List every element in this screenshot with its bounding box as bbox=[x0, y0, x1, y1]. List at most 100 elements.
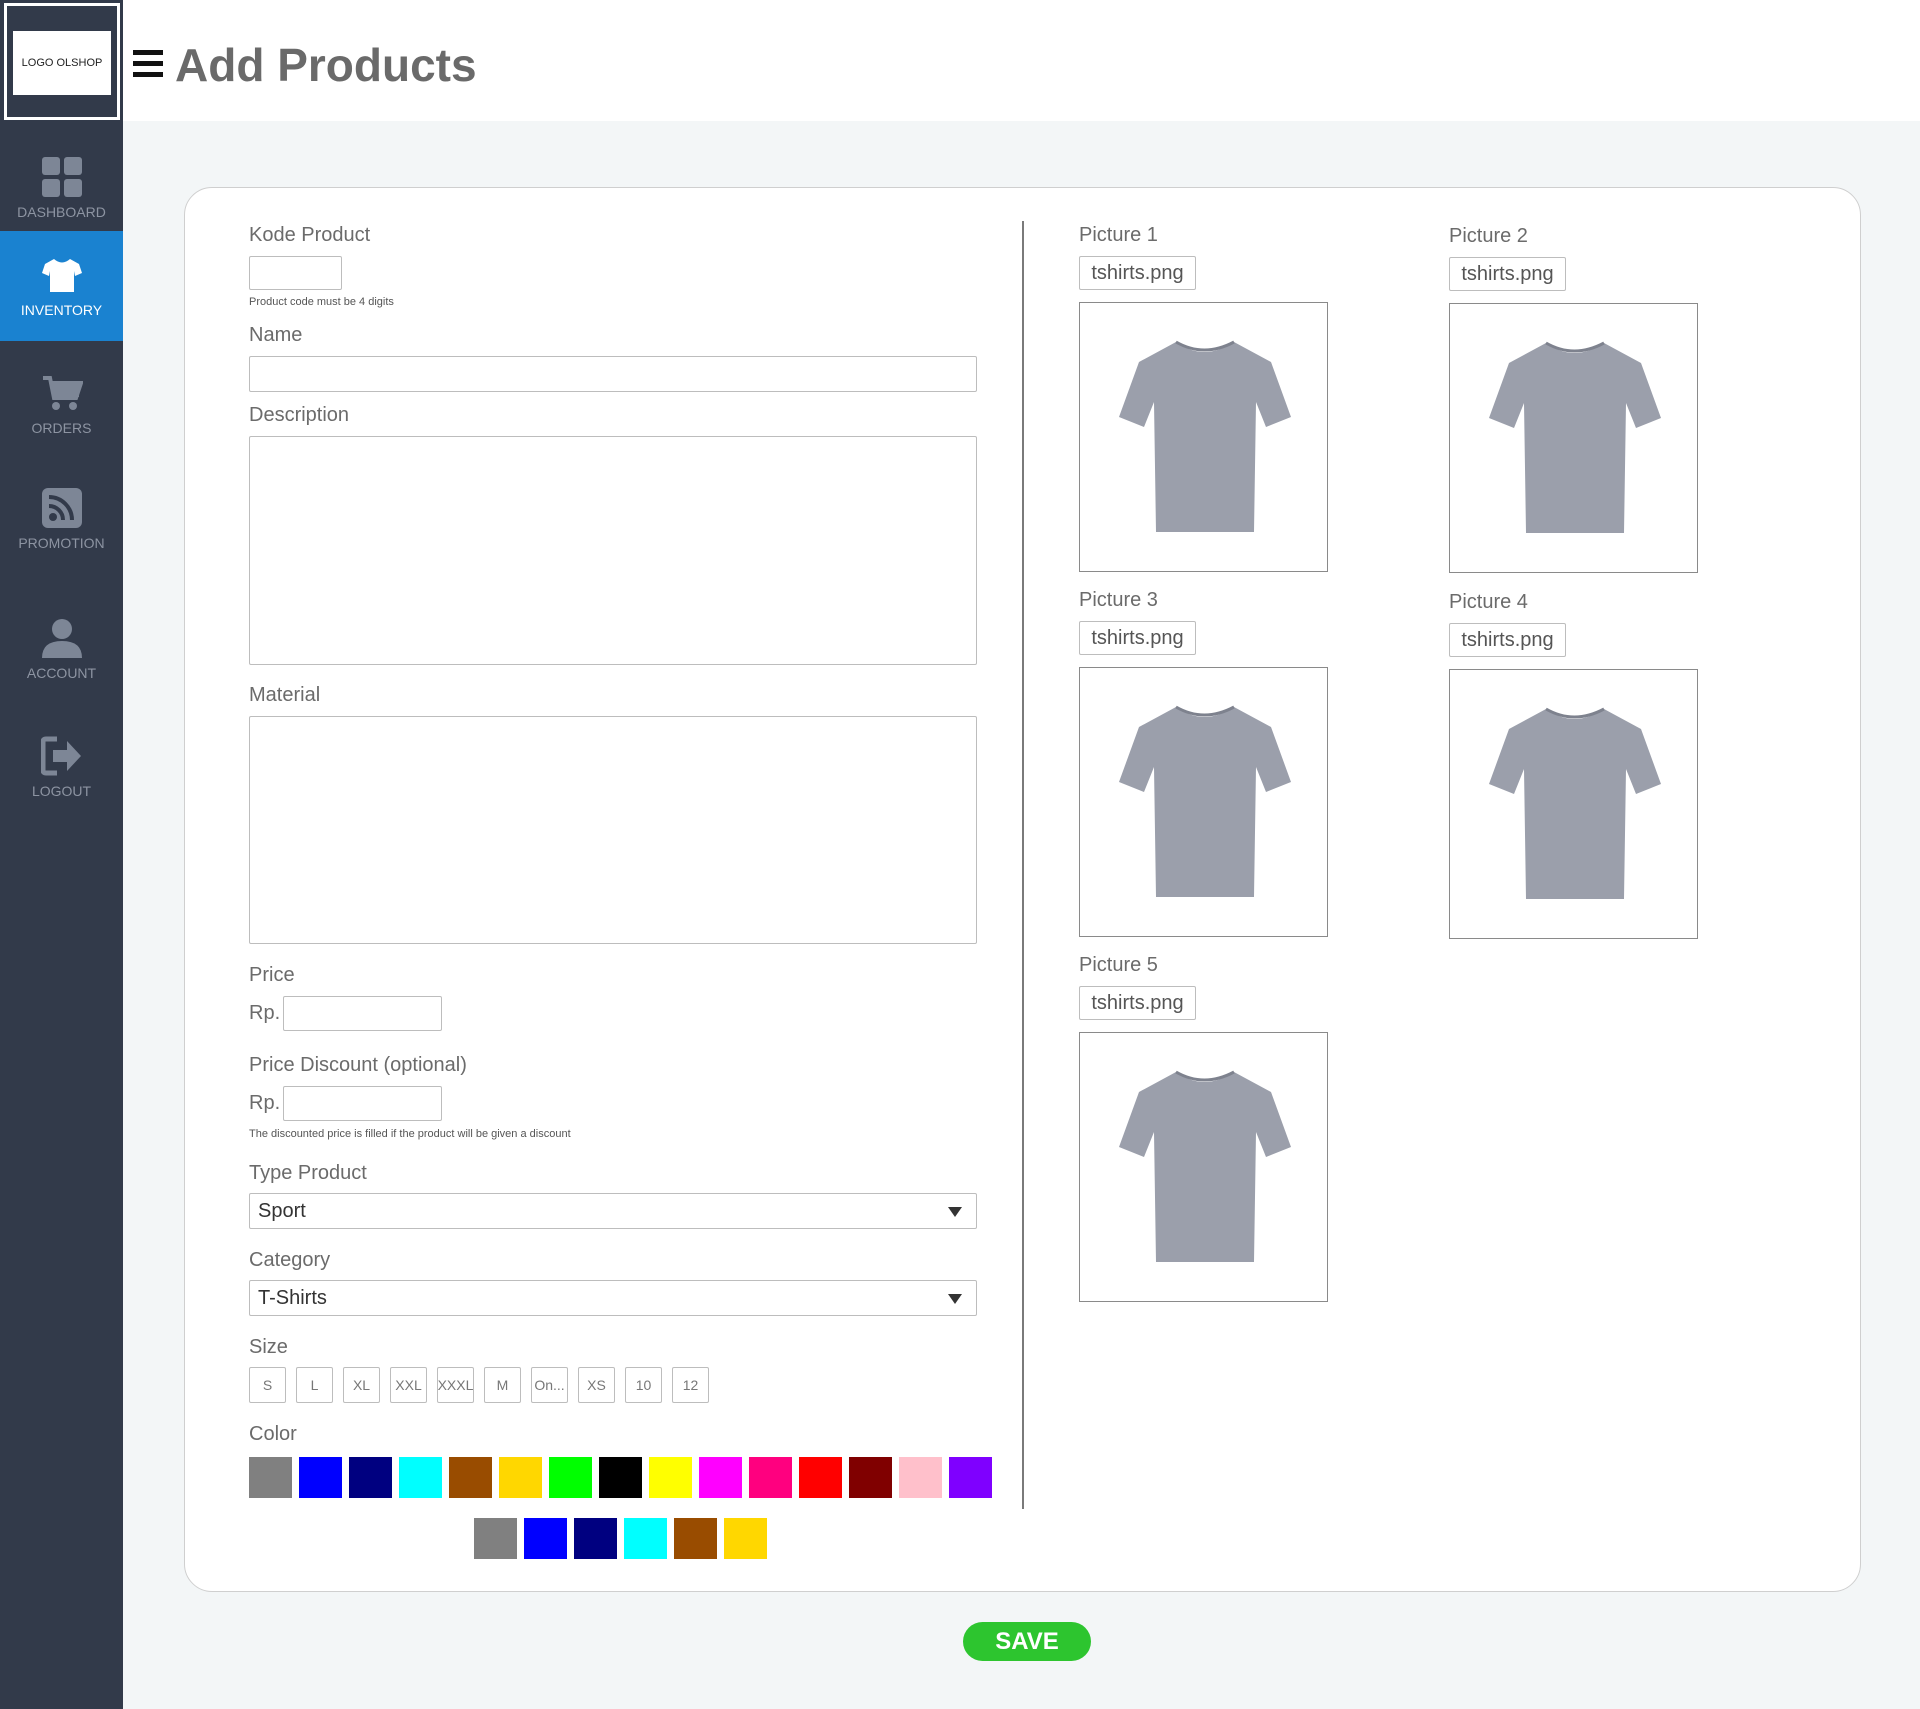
kode-product-label: Kode Product bbox=[249, 224, 371, 246]
picture-2-file-button[interactable]: tshirts.png bbox=[1449, 257, 1566, 291]
discount-currency-prefix: Rp. bbox=[249, 1092, 281, 1114]
sidebar-item-account[interactable]: ACCOUNT bbox=[0, 594, 123, 704]
logo: LOGO OLSHOP bbox=[13, 31, 111, 95]
color-label: Color bbox=[249, 1423, 297, 1445]
logo-frame[interactable]: LOGO OLSHOP bbox=[4, 3, 120, 120]
type-product-label: Type Product bbox=[249, 1162, 367, 1184]
size-option-l[interactable]: L bbox=[296, 1367, 333, 1403]
sidebar-item-promotion[interactable]: PROMOTION bbox=[0, 464, 123, 574]
cart-icon bbox=[42, 376, 83, 410]
picture-2-label: Picture 2 bbox=[1449, 225, 1528, 247]
color-swatch[interactable] bbox=[449, 1457, 492, 1498]
picture-3-preview[interactable] bbox=[1079, 667, 1328, 937]
page-title: Add Products bbox=[175, 39, 477, 91]
picture-3-file-button[interactable]: tshirts.png bbox=[1079, 621, 1196, 655]
material-label: Material bbox=[249, 684, 321, 706]
logout-icon bbox=[40, 736, 81, 776]
sidebar-item-label: ORDERS bbox=[31, 420, 92, 436]
category-select[interactable]: T-Shirts bbox=[249, 1280, 977, 1316]
color-swatch[interactable] bbox=[624, 1518, 667, 1559]
color-swatch[interactable] bbox=[649, 1457, 692, 1498]
sidebar-item-orders[interactable]: ORDERS bbox=[0, 349, 123, 459]
type-product-value: Sport bbox=[258, 1199, 306, 1222]
color-swatch[interactable] bbox=[499, 1457, 542, 1498]
size-option-m[interactable]: M bbox=[484, 1367, 521, 1403]
price-discount-input[interactable] bbox=[283, 1086, 442, 1121]
picture-2-preview[interactable] bbox=[1449, 303, 1698, 573]
color-swatch[interactable] bbox=[724, 1518, 767, 1559]
name-input[interactable] bbox=[249, 356, 977, 392]
hamburger-icon[interactable] bbox=[133, 50, 163, 80]
price-input[interactable] bbox=[283, 996, 442, 1031]
sidebar-item-label: ACCOUNT bbox=[26, 665, 97, 681]
price-label: Price bbox=[249, 964, 295, 986]
kode-product-input[interactable] bbox=[249, 256, 342, 290]
color-swatch[interactable] bbox=[599, 1457, 642, 1498]
color-swatch[interactable] bbox=[474, 1518, 517, 1559]
color-swatch[interactable] bbox=[399, 1457, 442, 1498]
color-swatch[interactable] bbox=[574, 1518, 617, 1559]
price-discount-label: Price Discount (optional) bbox=[249, 1054, 467, 1076]
header: Add Products bbox=[123, 0, 1920, 121]
rss-icon bbox=[41, 488, 82, 528]
sidebar-item-label: INVENTORY bbox=[20, 302, 103, 318]
size-option-xxxl[interactable]: XXXL bbox=[437, 1367, 474, 1403]
user-icon bbox=[41, 619, 82, 658]
picture-1-label: Picture 1 bbox=[1079, 224, 1158, 246]
type-product-select[interactable]: Sport bbox=[249, 1193, 977, 1229]
kode-product-hint: Product code must be 4 digits bbox=[249, 296, 394, 308]
size-option-xxl[interactable]: XXL bbox=[390, 1367, 427, 1403]
size-option-onesize[interactable]: On... bbox=[531, 1367, 568, 1403]
color-swatch[interactable] bbox=[949, 1457, 992, 1498]
sidebar-item-dashboard[interactable]: DASHBOARD bbox=[0, 133, 123, 243]
tshirt-image bbox=[1118, 705, 1291, 897]
sidebar-item-label: LOGOUT bbox=[31, 783, 92, 799]
tshirt-image bbox=[1488, 707, 1661, 899]
size-label: Size bbox=[249, 1336, 288, 1358]
sidebar-item-logout[interactable]: LOGOUT bbox=[0, 712, 123, 822]
sidebar: LOGO OLSHOP DASHBOARD INVENTORY ORDERS P… bbox=[0, 0, 123, 1709]
tshirt-image bbox=[1118, 1070, 1291, 1262]
tshirt-image bbox=[1488, 341, 1661, 533]
color-swatch[interactable] bbox=[699, 1457, 742, 1498]
picture-5-preview[interactable] bbox=[1079, 1032, 1328, 1302]
name-label: Name bbox=[249, 324, 303, 346]
color-swatch[interactable] bbox=[749, 1457, 792, 1498]
sidebar-item-inventory[interactable]: INVENTORY bbox=[0, 231, 123, 341]
picture-4-label: Picture 4 bbox=[1449, 591, 1528, 613]
size-option-10[interactable]: 10 bbox=[625, 1367, 662, 1403]
save-button[interactable]: SAVE bbox=[963, 1622, 1091, 1661]
color-swatch[interactable] bbox=[849, 1457, 892, 1498]
color-swatch[interactable] bbox=[524, 1518, 567, 1559]
description-label: Description bbox=[249, 404, 350, 426]
picture-4-file-button[interactable]: tshirts.png bbox=[1449, 623, 1566, 657]
size-option-s[interactable]: S bbox=[249, 1367, 286, 1403]
picture-1-file-button[interactable]: tshirts.png bbox=[1079, 256, 1196, 290]
color-swatch[interactable] bbox=[799, 1457, 842, 1498]
size-option-xs[interactable]: XS bbox=[578, 1367, 615, 1403]
price-discount-hint: The discounted price is filled if the pr… bbox=[249, 1128, 571, 1140]
category-label: Category bbox=[249, 1249, 331, 1271]
picture-5-file-button[interactable]: tshirts.png bbox=[1079, 986, 1196, 1020]
description-textarea[interactable] bbox=[249, 436, 977, 665]
size-option-12[interactable]: 12 bbox=[672, 1367, 709, 1403]
size-option-xl[interactable]: XL bbox=[343, 1367, 380, 1403]
chevron-down-icon bbox=[948, 1294, 962, 1304]
color-swatch[interactable] bbox=[299, 1457, 342, 1498]
tshirt-icon bbox=[41, 259, 82, 292]
color-swatch[interactable] bbox=[249, 1457, 292, 1498]
material-textarea[interactable] bbox=[249, 716, 977, 944]
category-value: T-Shirts bbox=[258, 1286, 327, 1309]
picture-4-preview[interactable] bbox=[1449, 669, 1698, 939]
color-swatch[interactable] bbox=[899, 1457, 942, 1498]
dashboard-icon bbox=[41, 157, 82, 197]
color-swatch[interactable] bbox=[674, 1518, 717, 1559]
tshirt-image bbox=[1118, 340, 1291, 532]
chevron-down-icon bbox=[948, 1207, 962, 1217]
sidebar-item-label: PROMOTION bbox=[18, 535, 105, 551]
sidebar-item-label: DASHBOARD bbox=[17, 204, 106, 220]
color-swatch[interactable] bbox=[349, 1457, 392, 1498]
picture-1-preview[interactable] bbox=[1079, 302, 1328, 572]
picture-3-label: Picture 3 bbox=[1079, 589, 1158, 611]
color-swatch[interactable] bbox=[549, 1457, 592, 1498]
